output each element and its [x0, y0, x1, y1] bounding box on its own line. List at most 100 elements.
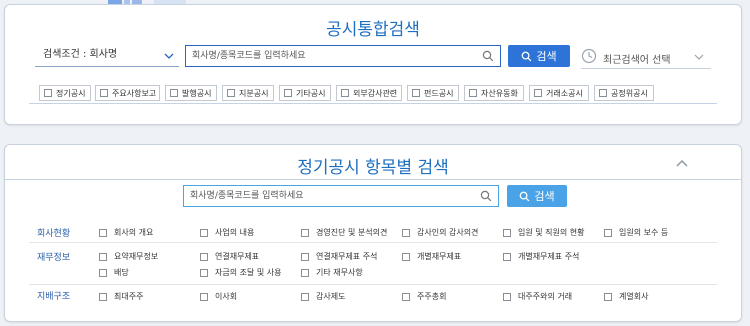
filter-label: 발행공시 — [182, 88, 212, 98]
item-label: 개별재무제표 — [417, 252, 462, 261]
item-option[interactable]: 자금의 조달 및 사용 — [200, 267, 282, 278]
filter-chip[interactable]: 기타공시 — [279, 85, 331, 101]
checkbox[interactable] — [469, 89, 477, 97]
checkbox[interactable] — [99, 252, 107, 261]
checkbox[interactable] — [604, 292, 612, 301]
item-option[interactable]: 경영진단 및 분석의견 — [301, 227, 387, 238]
item-label: 최대주주 — [114, 292, 144, 301]
filter-chip[interactable]: 공정위공시 — [594, 85, 654, 101]
filter-label: 지분공시 — [239, 88, 269, 98]
search-button[interactable]: 검색 — [507, 185, 567, 207]
item-option[interactable]: 계열회사 — [604, 291, 648, 302]
item-label: 개별재무제표 주석 — [518, 252, 580, 261]
checkbox[interactable] — [301, 252, 309, 261]
checkbox[interactable] — [503, 228, 511, 237]
checkbox[interactable] — [99, 228, 107, 237]
panel-title: 공시통합검색 — [326, 20, 420, 40]
item-option[interactable]: 사업의 내용 — [200, 227, 254, 238]
search-button-label: 검색 — [536, 50, 557, 63]
checkbox[interactable] — [99, 292, 107, 301]
checkbox[interactable] — [402, 292, 410, 301]
checkbox[interactable] — [100, 89, 108, 97]
checkbox[interactable] — [534, 89, 542, 97]
checkbox[interactable] — [341, 89, 349, 97]
checkbox[interactable] — [284, 89, 292, 97]
checkbox[interactable] — [599, 89, 607, 97]
item-option[interactable]: 개별재무제표 주석 — [503, 251, 579, 262]
chevron-up-icon[interactable] — [675, 153, 689, 172]
search-condition-label: 검색조건 : 회사명 — [43, 49, 118, 60]
company-search-box — [183, 185, 499, 207]
filter-chip[interactable]: 정기공시 — [39, 85, 91, 101]
item-option[interactable]: 주주총회 — [402, 291, 446, 302]
company-search-input[interactable] — [186, 46, 500, 66]
item-label: 감사제도 — [316, 292, 346, 301]
search-condition-select[interactable]: 검색조건 : 회사명 — [35, 45, 179, 67]
item-label: 연결재무제표 주석 — [316, 252, 378, 261]
item-option[interactable]: 회사의 개요 — [99, 227, 153, 238]
filter-chip[interactable]: 외부감사관련 — [336, 85, 402, 101]
checkbox[interactable] — [503, 292, 511, 301]
checkbox[interactable] — [200, 252, 208, 261]
checkbox[interactable] — [170, 89, 178, 97]
item-label: 임원 및 직원의 현황 — [518, 228, 585, 237]
item-option[interactable]: 최대주주 — [99, 291, 143, 302]
search-icon — [522, 51, 532, 61]
item-option[interactable]: 이사회 — [200, 291, 237, 302]
filter-chip[interactable]: 펀드공시 — [407, 85, 459, 101]
item-option[interactable]: 개별재무제표 — [402, 251, 461, 262]
item-option[interactable]: 연결재무제표 주석 — [301, 251, 377, 262]
checkbox[interactable] — [301, 268, 309, 277]
checkbox[interactable] — [402, 228, 410, 237]
filter-label: 정기공시 — [56, 88, 86, 98]
item-option[interactable]: 배당 — [99, 267, 129, 278]
filter-label: 외부감사관련 — [353, 88, 398, 98]
item-label: 사업의 내용 — [215, 228, 255, 237]
search-icon — [520, 191, 530, 201]
item-option[interactable]: 대주주와의 거래 — [503, 291, 572, 302]
checkbox[interactable] — [200, 268, 208, 277]
checkbox[interactable] — [99, 268, 107, 277]
divider — [29, 103, 717, 104]
item-label: 연결재무제표 — [215, 252, 260, 261]
item-label: 이사회 — [215, 292, 238, 301]
filter-chip[interactable]: 발행공시 — [165, 85, 217, 101]
item-option[interactable]: 임원의 보수 등 — [604, 227, 668, 238]
checkbox[interactable] — [402, 252, 410, 261]
checkbox[interactable] — [44, 89, 52, 97]
item-option[interactable]: 기타 재무사항 — [301, 267, 363, 278]
checkbox[interactable] — [604, 228, 612, 237]
filter-label: 주요사항보고 — [112, 88, 157, 98]
search-button-label: 검색 — [534, 190, 555, 203]
item-label: 배당 — [114, 268, 129, 277]
checkbox[interactable] — [503, 252, 511, 261]
item-option[interactable]: 요약재무정보 — [99, 251, 158, 262]
search-icon[interactable] — [480, 190, 492, 205]
filter-chip[interactable]: 자산유동화 — [464, 85, 524, 101]
filter-chip[interactable]: 지분공시 — [222, 85, 274, 101]
recent-search-label: 최근검색어 선택 — [603, 55, 671, 66]
filter-label: 공정위공시 — [611, 88, 648, 98]
item-label: 대주주와의 거래 — [518, 292, 573, 301]
checkbox[interactable] — [200, 228, 208, 237]
recent-search-select[interactable]: 최근검색어 선택 — [581, 45, 711, 69]
search-icon[interactable] — [482, 50, 494, 65]
checkbox[interactable] — [301, 292, 309, 301]
panel-title: 정기공시 항목별 검색 — [297, 158, 449, 178]
filter-chip[interactable]: 주요사항보고 — [95, 85, 160, 101]
clock-icon — [581, 48, 597, 67]
item-option[interactable]: 연결재무제표 — [200, 251, 259, 262]
filter-chip[interactable]: 거래소공시 — [529, 85, 589, 101]
checkbox[interactable] — [227, 89, 235, 97]
item-label: 임원의 보수 등 — [619, 228, 669, 237]
item-option[interactable]: 감사인의 감사의견 — [402, 227, 478, 238]
checkbox[interactable] — [412, 89, 420, 97]
checkbox[interactable] — [301, 228, 309, 237]
company-search-input[interactable] — [184, 186, 498, 206]
item-option[interactable]: 임원 및 직원의 현황 — [503, 227, 585, 238]
checkbox[interactable] — [200, 292, 208, 301]
divider — [29, 284, 717, 285]
chevron-down-icon — [163, 49, 175, 69]
search-button[interactable]: 검색 — [508, 45, 570, 67]
item-option[interactable]: 감사제도 — [301, 291, 345, 302]
